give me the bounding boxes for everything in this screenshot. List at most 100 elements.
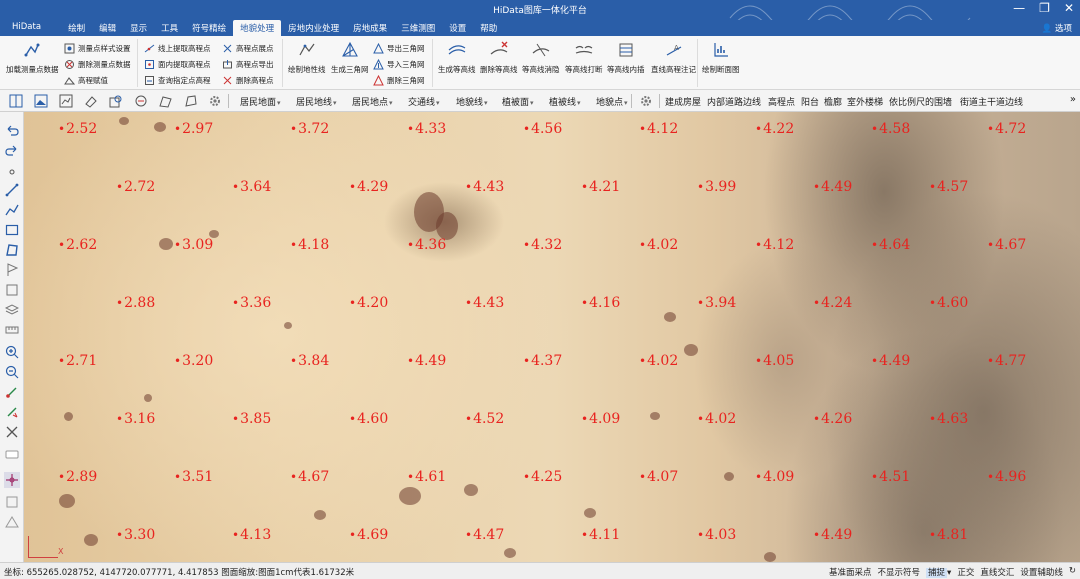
elevation-point-label[interactable]: 4.49 bbox=[813, 528, 852, 542]
elevation-point-label[interactable]: 4.43 bbox=[465, 296, 504, 310]
eraser-icon[interactable] bbox=[83, 93, 99, 109]
elevation-point-label[interactable]: 4.47 bbox=[465, 528, 504, 542]
menu-item-4[interactable]: 符号精绘 bbox=[185, 20, 233, 36]
interpolate-contour-button[interactable]: 等高线内插 bbox=[607, 40, 645, 75]
draw-terrain-line-button[interactable]: 绘制地性线 bbox=[288, 40, 326, 75]
menu-item-7[interactable]: 房地成果 bbox=[346, 20, 394, 36]
app-menu-button[interactable]: HiData bbox=[0, 20, 61, 36]
elevation-point-label[interactable]: 4.02 bbox=[639, 354, 678, 368]
elevation-point-label[interactable]: 4.29 bbox=[349, 180, 388, 194]
elevation-point-label[interactable]: 4.09 bbox=[581, 412, 620, 426]
elevation-point-label[interactable]: 4.63 bbox=[929, 412, 968, 426]
elevation-point-label[interactable]: 4.07 bbox=[639, 470, 678, 484]
export-triangle-button[interactable]: 导出三角网 bbox=[373, 41, 425, 55]
query-elevation-button[interactable]: 查询指定点高程 bbox=[144, 73, 211, 87]
line-tool-icon[interactable] bbox=[4, 182, 20, 198]
gear-icon[interactable] bbox=[207, 93, 223, 109]
chart-layer-icon[interactable] bbox=[58, 93, 74, 109]
restore-button[interactable]: ❐ bbox=[1039, 1, 1050, 15]
elevation-point-label[interactable]: 4.72 bbox=[987, 122, 1026, 136]
zoom-region-icon[interactable] bbox=[108, 93, 124, 109]
menu-item-5[interactable]: 地貌处理 bbox=[233, 20, 282, 36]
elevation-point-label[interactable]: 4.20 bbox=[349, 296, 388, 310]
break-contour-button[interactable]: 等高线打断 bbox=[565, 40, 603, 75]
elevation-point-label[interactable]: 4.52 bbox=[465, 412, 504, 426]
select-polygon-icon[interactable] bbox=[183, 93, 199, 109]
redo-icon[interactable] bbox=[4, 142, 20, 158]
elevation-point-label[interactable]: 4.22 bbox=[755, 122, 794, 136]
symbol-shortcut-3[interactable]: 阳台 bbox=[801, 95, 819, 108]
elevation-point-label[interactable]: 4.03 bbox=[697, 528, 736, 542]
close-tool-icon[interactable] bbox=[4, 424, 20, 440]
elevation-point-label[interactable]: 4.09 bbox=[755, 470, 794, 484]
status-toggle-4[interactable]: 直线交汇 bbox=[980, 566, 1014, 578]
elevation-point-label[interactable]: 4.11 bbox=[581, 528, 620, 542]
status-toggle-0[interactable]: 基准面采点 bbox=[829, 566, 872, 578]
elevation-point-label[interactable]: 4.58 bbox=[871, 122, 910, 136]
point-style-button[interactable]: 测量点样式设置 bbox=[64, 41, 131, 55]
symbol-shortcut-2[interactable]: 高程点 bbox=[768, 95, 795, 108]
symbol-dropdown-0[interactable]: 居民地面▾ bbox=[240, 95, 281, 108]
close-button[interactable]: ✕ bbox=[1064, 1, 1074, 15]
elevation-point-label[interactable]: 3.94 bbox=[697, 296, 736, 310]
export-map-icon[interactable] bbox=[158, 93, 174, 109]
symbol-dropdown-4[interactable]: 地貌线▾ bbox=[456, 95, 488, 108]
generate-triangle-button[interactable]: 生成三角网 bbox=[331, 40, 369, 75]
elevation-point-label[interactable]: 4.13 bbox=[232, 528, 271, 542]
elevation-point-label[interactable]: 2.72 bbox=[116, 180, 155, 194]
measure-icon[interactable] bbox=[4, 322, 20, 338]
symbol-shortcut-1[interactable]: 内部道路边线 bbox=[707, 95, 761, 108]
elevation-point-label[interactable]: 4.36 bbox=[407, 238, 446, 252]
elevation-point-label[interactable]: 4.96 bbox=[987, 470, 1026, 484]
elevation-point-label[interactable]: 3.99 bbox=[697, 180, 736, 194]
elevation-point-label[interactable]: 4.24 bbox=[813, 296, 852, 310]
elevation-point-label[interactable]: 4.51 bbox=[871, 470, 910, 484]
elevation-point-label[interactable]: 2.71 bbox=[58, 354, 97, 368]
elevation-point-label[interactable]: 4.02 bbox=[697, 412, 736, 426]
menu-item-0[interactable]: 绘制 bbox=[61, 20, 92, 36]
symbol-dropdown-7[interactable]: 地貌点▾ bbox=[596, 95, 628, 108]
elevation-point-label[interactable]: 4.81 bbox=[929, 528, 968, 542]
menu-item-1[interactable]: 编辑 bbox=[92, 20, 123, 36]
assign-elevation-button[interactable]: 高程赋值 bbox=[64, 73, 108, 87]
elevation-point-label[interactable]: 2.88 bbox=[116, 296, 155, 310]
symbol-gear-icon[interactable] bbox=[638, 93, 654, 109]
rectangle-tool-icon[interactable] bbox=[4, 222, 20, 238]
elevation-point-label[interactable]: 4.57 bbox=[929, 180, 968, 194]
elevation-point-label[interactable]: 4.37 bbox=[523, 354, 562, 368]
elevation-point-label[interactable]: 3.16 bbox=[116, 412, 155, 426]
elevation-point-label[interactable]: 2.89 bbox=[58, 470, 97, 484]
generate-contour-button[interactable]: 生成等高线 bbox=[438, 40, 476, 75]
status-toggle-3[interactable]: 正交 bbox=[957, 566, 974, 578]
polyline-tool-icon[interactable] bbox=[4, 202, 20, 218]
elevation-point-label[interactable]: 4.60 bbox=[349, 412, 388, 426]
zoom-out-icon[interactable] bbox=[4, 364, 20, 380]
elevation-point-label[interactable]: 4.67 bbox=[987, 238, 1026, 252]
toolbar-overflow-button[interactable]: » bbox=[1070, 94, 1076, 105]
draw-section-button[interactable]: 绘制断面图 bbox=[702, 40, 740, 75]
elevation-point-label[interactable]: 2.62 bbox=[58, 238, 97, 252]
elevation-point-label[interactable]: 4.25 bbox=[523, 470, 562, 484]
elevation-point-label[interactable]: 4.43 bbox=[465, 180, 504, 194]
options-menu[interactable]: 👤 选项 bbox=[1042, 22, 1072, 34]
delete-elevation-points-button[interactable]: 删除高程点 bbox=[222, 73, 274, 87]
elevation-point-label[interactable]: 4.05 bbox=[755, 354, 794, 368]
delete-triangle-button[interactable]: 删除三角网 bbox=[373, 73, 425, 87]
elevation-point-label[interactable]: 3.30 bbox=[116, 528, 155, 542]
symbol-shortcut-5[interactable]: 室外楼梯 bbox=[847, 95, 883, 108]
crosshair-tool-icon[interactable] bbox=[4, 472, 20, 488]
export-elevation-points-button[interactable]: 高程点导出 bbox=[222, 57, 274, 71]
menu-item-10[interactable]: 帮助 bbox=[473, 20, 504, 36]
load-points-button[interactable]: 加载测量点数据 bbox=[6, 40, 59, 75]
map-canvas[interactable]: X 2.52 2.97 3.72 4.33 4.56 4.12 4.22 4.58 4.72 2.… bbox=[24, 112, 1080, 562]
symbol-dropdown-5[interactable]: 植被面▾ bbox=[502, 95, 534, 108]
elevation-point-label[interactable]: 3.72 bbox=[290, 122, 329, 136]
status-toggle-1[interactable]: 不显示符号 bbox=[878, 566, 921, 578]
refresh-icon[interactable]: ↻ bbox=[1069, 566, 1076, 578]
symbol-shortcut-6[interactable]: 依比例尺的围墙 bbox=[889, 95, 952, 108]
polygon-tool-icon[interactable] bbox=[4, 242, 20, 258]
elevation-point-label[interactable]: 4.60 bbox=[929, 296, 968, 310]
elevation-point-label[interactable]: 3.09 bbox=[174, 238, 213, 252]
symbol-shortcut-7[interactable]: 街道主干道边线 bbox=[960, 95, 1023, 108]
point-tool-icon[interactable] bbox=[4, 164, 20, 180]
